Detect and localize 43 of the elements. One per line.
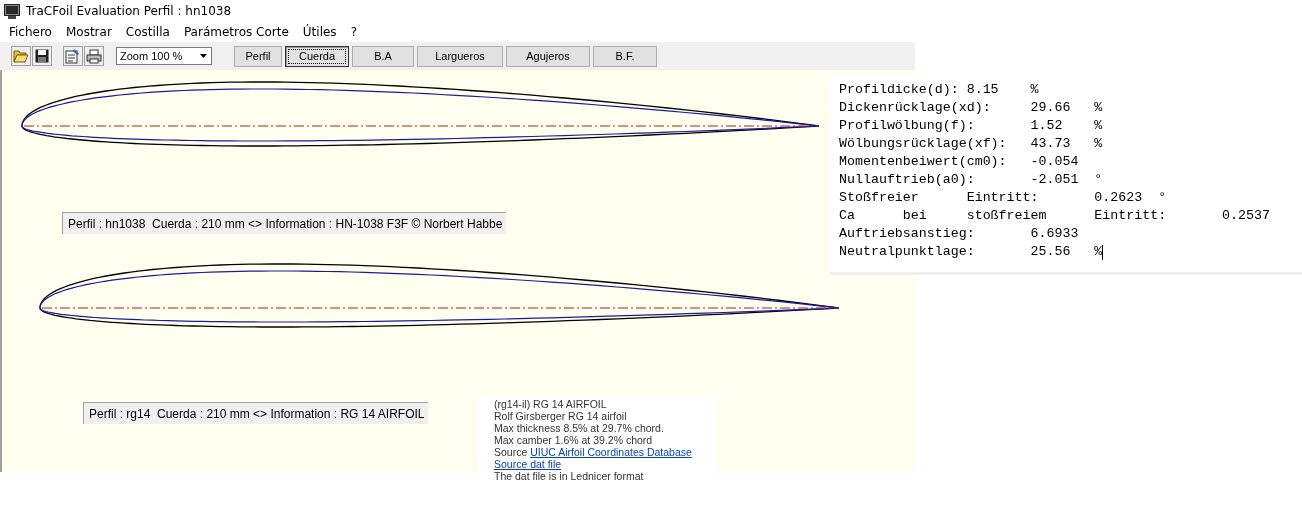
analysis-line: Auftriebsanstieg: 6.6933 <box>839 225 1079 243</box>
info-line: Max camber 1.6% at 39.2% chord <box>494 434 654 446</box>
printer-icon <box>86 48 102 64</box>
info-line: (rg14-il) RG 14 AIRFOIL <box>494 398 608 410</box>
analysis-line: Dickenrücklage(xd): 29.66 % <box>839 99 1103 117</box>
open-button[interactable] <box>11 46 31 66</box>
menu-item[interactable]: Fichero <box>2 25 59 39</box>
analysis-line: Stoßfreier Eintritt: 0.2623 ° <box>839 189 1167 207</box>
analysis-line: Nullauftrieb(a0): -2.051 ° <box>839 171 1103 189</box>
analysis-line: Profildicke(d): 8.15 % <box>839 81 1039 99</box>
tab[interactable]: Agujeros <box>506 45 590 67</box>
tab[interactable]: Cuerda <box>285 45 349 67</box>
menu-item[interactable]: Útiles <box>295 25 344 39</box>
dat-file-link[interactable]: Source dat file <box>494 458 562 470</box>
monitor-icon <box>4 3 20 19</box>
tab[interactable]: Largueros <box>417 45 503 67</box>
analysis-line: Ca bei stoßfreiem Eintritt: 0.2537 <box>839 207 1270 225</box>
info-line: Max thickness 8.5% at 29.7% chord. <box>494 422 665 434</box>
analysis-line: Momentenbeiwert(cm0): -0.054 <box>839 153 1079 171</box>
profile-caption: Perfil : hn1038 Cuerda : 210 mm <> Information : HN-1038 F3F © Norbert Habbe <box>62 212 507 234</box>
print-button[interactable] <box>84 46 104 66</box>
properties-button[interactable] <box>63 46 83 66</box>
source-line: Source UIUC Airfoil Coordinates Database <box>494 446 693 458</box>
analysis-line: Neutralpunktlage: 25.56 % <box>839 243 1103 261</box>
window-title: TraCFoil Evaluation Perfil : hn1038 <box>26 4 232 18</box>
info-line: The dat file is in Lednicer format <box>494 470 645 482</box>
menu-item[interactable]: ? <box>343 25 364 39</box>
tab[interactable]: Perfil <box>234 45 282 67</box>
zoom-dropdown[interactable]: Zoom 100 % <box>116 47 212 65</box>
source-link[interactable]: UIUC Airfoil Coordinates Database <box>530 446 692 458</box>
analysis-line: Profilwölbung(f): 1.52 % <box>839 117 1103 135</box>
tab[interactable]: B.F. <box>593 45 657 67</box>
text-cursor <box>1102 244 1104 260</box>
menu-item[interactable]: Parámetros Corte <box>176 25 296 39</box>
analysis-line: Wölbungsrücklage(xf): 43.73 % <box>839 135 1103 153</box>
tab[interactable]: B.A <box>352 45 414 67</box>
info-line: Rolf Girsberger RG 14 airfoil <box>494 410 628 422</box>
profile-caption: Perfil : rg14 Cuerda : 210 mm <> Information : RG 14 AIRFOIL <box>83 402 429 424</box>
menu-item[interactable]: Costilla <box>118 25 177 39</box>
save-button[interactable] <box>32 46 52 66</box>
open-folder-icon <box>13 49 29 63</box>
menu-item[interactable]: Mostrar <box>58 25 119 39</box>
properties-icon <box>65 48 81 64</box>
